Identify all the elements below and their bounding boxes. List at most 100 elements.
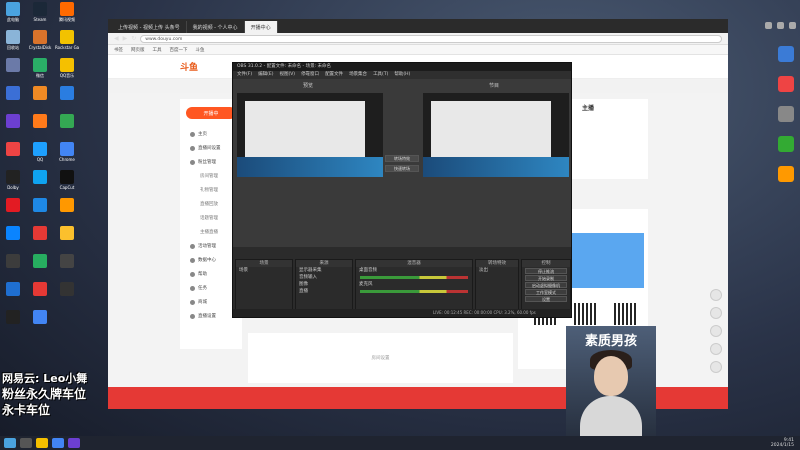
browser-tab-active[interactable]: 开播中心: [244, 21, 278, 33]
desktop-icon[interactable]: [28, 282, 52, 308]
tool-button[interactable]: [710, 307, 722, 319]
desktop-icon[interactable]: Rockstar Games: [55, 30, 79, 56]
source-item[interactable]: 图像: [296, 281, 352, 288]
obs-menu-item[interactable]: 配置文件: [325, 71, 343, 79]
desktop-icon[interactable]: QQ音乐: [55, 58, 79, 84]
desktop-icon[interactable]: [55, 282, 79, 308]
desktop-icon[interactable]: CrystalDisk: [28, 30, 52, 56]
desktop-app-icon[interactable]: [778, 136, 794, 152]
browser-tab[interactable]: 我的视频 - 个人中心: [187, 21, 245, 33]
settings-button[interactable]: 设置: [525, 296, 567, 302]
nav-icon: [190, 131, 195, 137]
desktop-icon[interactable]: Chrome: [55, 142, 79, 168]
desktop-icon[interactable]: [55, 198, 79, 224]
scenes-header: 场景: [236, 260, 292, 267]
preview-taskbar: [237, 157, 383, 177]
desktop-icon[interactable]: [1, 86, 25, 112]
desktop-icon[interactable]: [1, 114, 25, 140]
desktop-icon[interactable]: [1, 282, 25, 308]
start-icon[interactable]: [4, 438, 16, 448]
desktop-icon[interactable]: [55, 86, 79, 112]
app-icon: [33, 282, 47, 296]
preview-canvas[interactable]: [237, 93, 383, 177]
stop-stream-button[interactable]: 停止推流: [525, 268, 567, 274]
desktop-icon[interactable]: [28, 254, 52, 280]
obs-menu-item[interactable]: 帮助(H): [394, 71, 410, 79]
desktop-icon[interactable]: [55, 114, 79, 140]
transition-select[interactable]: 淡出: [476, 267, 518, 274]
site-logo[interactable]: 斗鱼: [180, 60, 198, 73]
desktop-icon[interactable]: [28, 114, 52, 140]
tray-icon[interactable]: [777, 22, 784, 29]
quick-transition-button[interactable]: 快速转场: [385, 165, 419, 172]
desktop-icon[interactable]: 回收站: [1, 30, 25, 56]
desktop-icon-label: QQ音乐: [59, 73, 75, 78]
desktop-icon[interactable]: [1, 142, 25, 168]
source-item[interactable]: 音频输入: [296, 274, 352, 281]
desktop-icon[interactable]: [28, 86, 52, 112]
desktop-icon[interactable]: 腾讯视频: [55, 2, 79, 28]
desktop-app-icon[interactable]: [778, 76, 794, 92]
explorer-icon[interactable]: [36, 438, 48, 448]
bookmark-item[interactable]: 网页版: [131, 47, 145, 53]
desktop-icon[interactable]: [1, 198, 25, 224]
tool-button[interactable]: [710, 289, 722, 301]
desktop-app-icon[interactable]: [778, 46, 794, 62]
desktop-icon[interactable]: 此电脑: [1, 2, 25, 28]
tray-icon[interactable]: [765, 22, 772, 29]
center-hint[interactable]: 房间设置: [248, 355, 513, 361]
desktop-icon[interactable]: Dolby: [1, 170, 25, 196]
desktop-icon[interactable]: [1, 58, 25, 84]
desktop-icon-label: 微信: [36, 73, 44, 78]
bookmark-item[interactable]: 书签: [114, 47, 123, 53]
transition-button[interactable]: 转场特效: [385, 155, 419, 162]
desktop-icon[interactable]: CapCut: [55, 170, 79, 196]
desktop-icon[interactable]: QQ: [28, 142, 52, 168]
desktop-icon[interactable]: 微信: [28, 58, 52, 84]
url-input[interactable]: www.douyu.com: [140, 34, 722, 43]
browser-tab[interactable]: 上传视频 - 视频上传 头条号: [112, 21, 187, 33]
bookmark-item[interactable]: 斗鱼: [196, 47, 205, 53]
desktop-icon[interactable]: [55, 254, 79, 280]
desktop-icon[interactable]: Steam: [28, 2, 52, 28]
nav-label: 直播回放: [200, 202, 218, 207]
desktop-icon[interactable]: [1, 226, 25, 252]
studio-mode-button[interactable]: 工作室模式: [525, 289, 567, 295]
chrome-icon[interactable]: [52, 438, 64, 448]
app-icon: [33, 142, 47, 156]
obs-menu-item[interactable]: 编辑(E): [258, 71, 273, 79]
bookmark-item[interactable]: 百度一下: [170, 47, 188, 53]
desktop-icon[interactable]: [28, 310, 52, 336]
obs-menu-item[interactable]: 停靠窗口: [301, 71, 319, 79]
search-icon[interactable]: [20, 438, 32, 448]
source-item[interactable]: 显示器采集: [296, 267, 352, 274]
desktop-icon[interactable]: [1, 254, 25, 280]
tool-button[interactable]: [710, 343, 722, 355]
desktop-icon[interactable]: [1, 310, 25, 336]
obs-menu-item[interactable]: 工具(T): [373, 71, 388, 79]
bookmark-item[interactable]: 工具: [153, 47, 162, 53]
desktop-icon[interactable]: [55, 226, 79, 252]
source-item[interactable]: 直播: [296, 288, 352, 295]
back-icon[interactable]: ◀: [114, 35, 119, 42]
live-status-button[interactable]: 开播中: [186, 107, 236, 119]
start-recording-button[interactable]: 开始录制: [525, 275, 567, 281]
obs-icon[interactable]: [68, 438, 80, 448]
obs-menu-item[interactable]: 场景集合: [349, 71, 367, 79]
obs-menu-item[interactable]: 视图(V): [279, 71, 295, 79]
tray-icon[interactable]: [789, 22, 796, 29]
virtual-camera-button[interactable]: 启动虚拟摄像机: [525, 282, 567, 288]
desktop-icon[interactable]: [28, 198, 52, 224]
desktop-icon-label: QQ: [36, 157, 44, 162]
desktop-app-icon[interactable]: [778, 166, 794, 182]
forward-icon[interactable]: ▶: [123, 35, 128, 42]
obs-menu-item[interactable]: 文件(F): [237, 71, 252, 79]
desktop-app-icon[interactable]: [778, 106, 794, 122]
clock[interactable]: 9:41 2024/1/15: [771, 438, 800, 448]
desktop-icon[interactable]: [28, 170, 52, 196]
scene-item[interactable]: 场景: [236, 267, 292, 274]
desktop-icon[interactable]: [28, 226, 52, 252]
refresh-icon[interactable]: ↻: [131, 35, 136, 42]
tool-button[interactable]: [710, 361, 722, 373]
tool-button[interactable]: [710, 325, 722, 337]
